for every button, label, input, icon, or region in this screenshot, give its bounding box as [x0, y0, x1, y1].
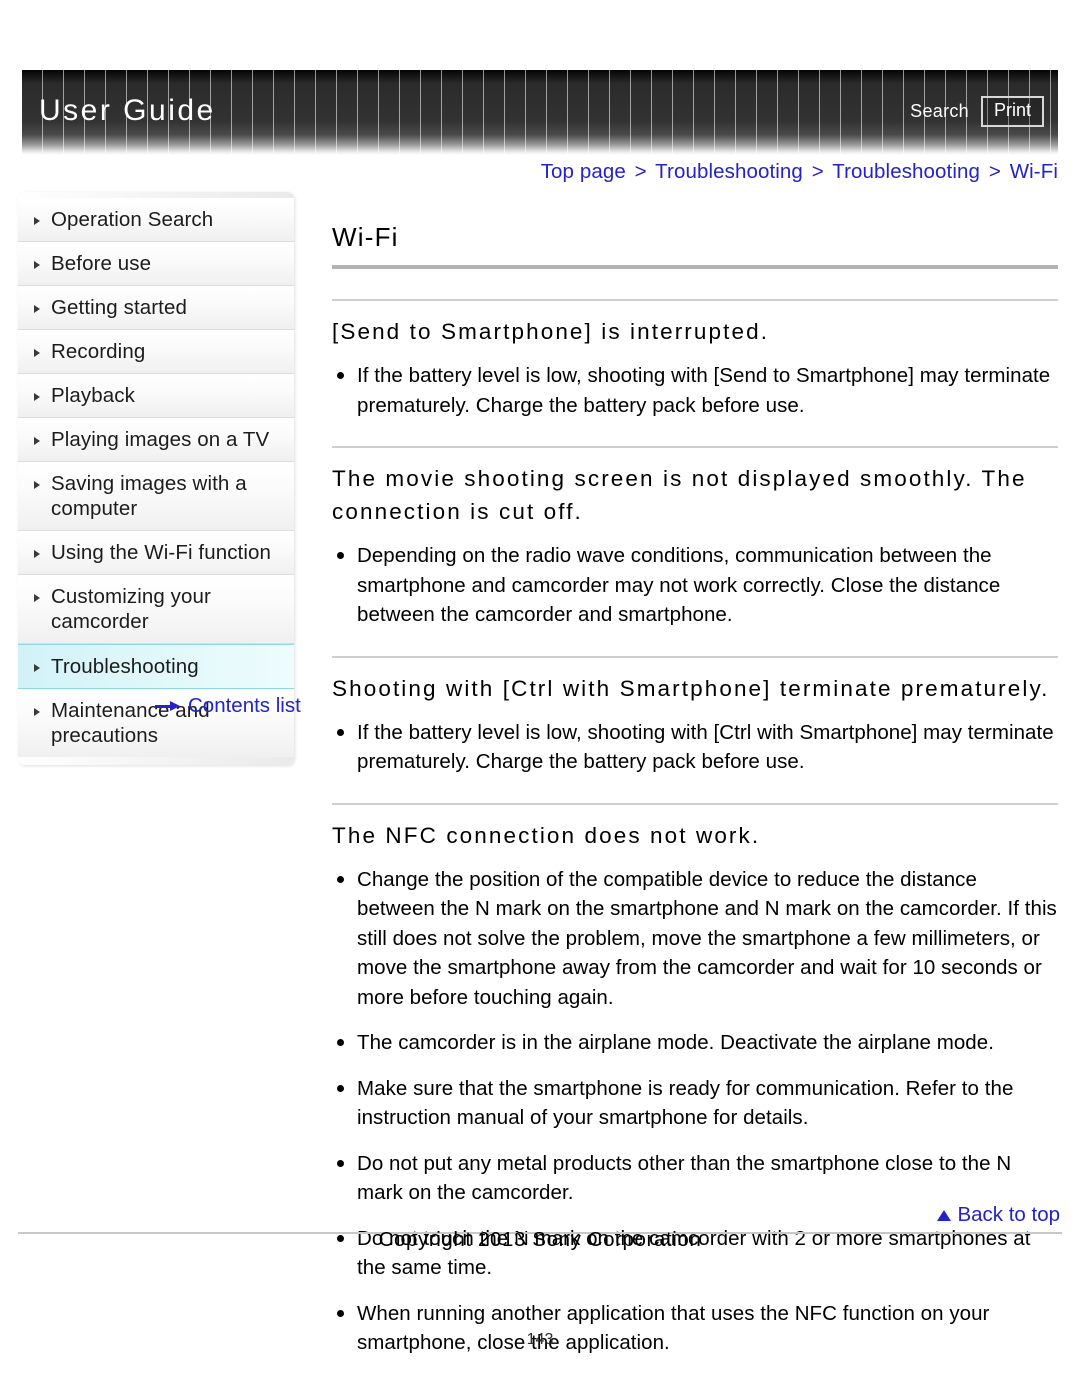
triangle-right-icon: [34, 261, 40, 269]
sidebar-item-label: Operation Search: [51, 208, 214, 231]
triangle-right-icon: [34, 305, 40, 313]
header-actions: Search Print: [910, 96, 1044, 127]
breadcrumb-separator: >: [988, 160, 1001, 183]
triangle-right-icon: [34, 437, 40, 445]
breadcrumb-separator: >: [811, 160, 824, 183]
sidebar-item-recording[interactable]: Recording: [18, 330, 294, 374]
sidebar-item-label: Getting started: [51, 296, 187, 319]
list-item: If the battery level is low, shooting wi…: [332, 718, 1058, 777]
breadcrumb-item-top-page[interactable]: Top page: [541, 160, 626, 183]
triangle-right-icon: [34, 481, 40, 489]
triangle-right-icon: [34, 217, 40, 225]
triangle-right-icon: [34, 349, 40, 357]
sidebar-item-label: Customizing your camcorder: [51, 585, 211, 633]
arrow-right-icon: [155, 700, 181, 712]
list-item: Do not put any metal products other than…: [332, 1149, 1058, 1208]
sidebar-item-label: Before use: [51, 252, 152, 275]
sidebar-item-saving-images-with-a-computer[interactable]: Saving images with a computer: [18, 462, 294, 531]
sidebar-item-label: Saving images with a computer: [51, 472, 247, 520]
list-item: Change the position of the compatible de…: [332, 865, 1058, 1013]
section-bullet-list: Change the position of the compatible de…: [332, 865, 1058, 1358]
triangle-up-icon: [937, 1209, 952, 1221]
section-send-to-smartphone-interrupted: [Send to Smartphone] is interrupted. If …: [332, 299, 1058, 420]
section-heading: The NFC connection does not work.: [332, 802, 1058, 852]
print-button[interactable]: Print: [980, 96, 1044, 127]
search-button[interactable]: Search: [910, 101, 969, 122]
sidebar-item-troubleshooting[interactable]: Troubleshooting: [18, 644, 294, 689]
copyright-text: Copyright 2013 Sony Corporation: [378, 1228, 702, 1251]
section-ctrl-with-smartphone: Shooting with [Ctrl with Smartphone] ter…: [332, 655, 1058, 777]
sidebar-item-label: Playing images on a TV: [51, 428, 270, 451]
site-title: User Guide: [39, 94, 216, 127]
triangle-right-icon: [34, 393, 40, 401]
page-title: Wi-Fi: [332, 222, 1058, 269]
section-bullet-list: Depending on the radio wave conditions, …: [332, 541, 1058, 630]
back-to-top-label: Back to top: [957, 1203, 1060, 1226]
triangle-right-icon: [34, 708, 40, 716]
list-item: If the battery level is low, shooting wi…: [332, 361, 1058, 420]
site-header: User Guide Search Print: [22, 70, 1058, 155]
triangle-right-icon: [34, 550, 40, 558]
breadcrumb-separator: >: [634, 160, 647, 183]
sidebar-item-label: Recording: [51, 340, 146, 363]
breadcrumb-item-troubleshooting-2[interactable]: Troubleshooting: [832, 160, 980, 183]
contents-list-link[interactable]: Contents list: [155, 694, 301, 718]
sidebar-item-getting-started[interactable]: Getting started: [18, 286, 294, 330]
sidebar-item-playing-images-on-a-tv[interactable]: Playing images on a TV: [18, 418, 294, 462]
section-movie-shooting-screen: The movie shooting screen is not display…: [332, 446, 1058, 630]
back-to-top-link[interactable]: Back to top: [937, 1203, 1060, 1227]
section-bullet-list: If the battery level is low, shooting wi…: [332, 718, 1058, 777]
breadcrumb: Top page > Troubleshooting > Troubleshoo…: [330, 160, 1058, 184]
section-heading: [Send to Smartphone] is interrupted.: [332, 299, 1058, 348]
sidebar-item-label: Using the Wi-Fi function: [51, 541, 272, 564]
section-nfc-connection: The NFC connection does not work. Change…: [332, 802, 1058, 1358]
breadcrumb-item-troubleshooting-1[interactable]: Troubleshooting: [655, 160, 803, 183]
sidebar-item-using-the-wi-fi-function[interactable]: Using the Wi-Fi function: [18, 531, 294, 575]
sidebar-navigation: Operation Search Before use Getting star…: [18, 192, 294, 765]
list-item: Depending on the radio wave conditions, …: [332, 541, 1058, 630]
sidebar-item-playback[interactable]: Playback: [18, 374, 294, 418]
sidebar-item-before-use[interactable]: Before use: [18, 242, 294, 286]
list-item: Make sure that the smartphone is ready f…: [332, 1074, 1058, 1133]
sidebar-item-operation-search[interactable]: Operation Search: [18, 198, 294, 242]
breadcrumb-item-wi-fi[interactable]: Wi-Fi: [1010, 160, 1058, 183]
contents-list-label: Contents list: [188, 694, 301, 717]
triangle-right-icon: [34, 594, 40, 602]
section-heading: The movie shooting screen is not display…: [332, 446, 1058, 528]
section-bullet-list: If the battery level is low, shooting wi…: [332, 361, 1058, 420]
sidebar-item-label: Playback: [51, 384, 135, 407]
section-heading: Shooting with [Ctrl with Smartphone] ter…: [332, 655, 1058, 705]
sidebar-item-label: Troubleshooting: [51, 655, 199, 678]
sidebar-item-customizing-your-camcorder[interactable]: Customizing your camcorder: [18, 575, 294, 644]
list-item: The camcorder is in the airplane mode. D…: [332, 1028, 1058, 1058]
triangle-right-icon: [34, 664, 40, 672]
page-number: 143: [526, 1331, 554, 1348]
